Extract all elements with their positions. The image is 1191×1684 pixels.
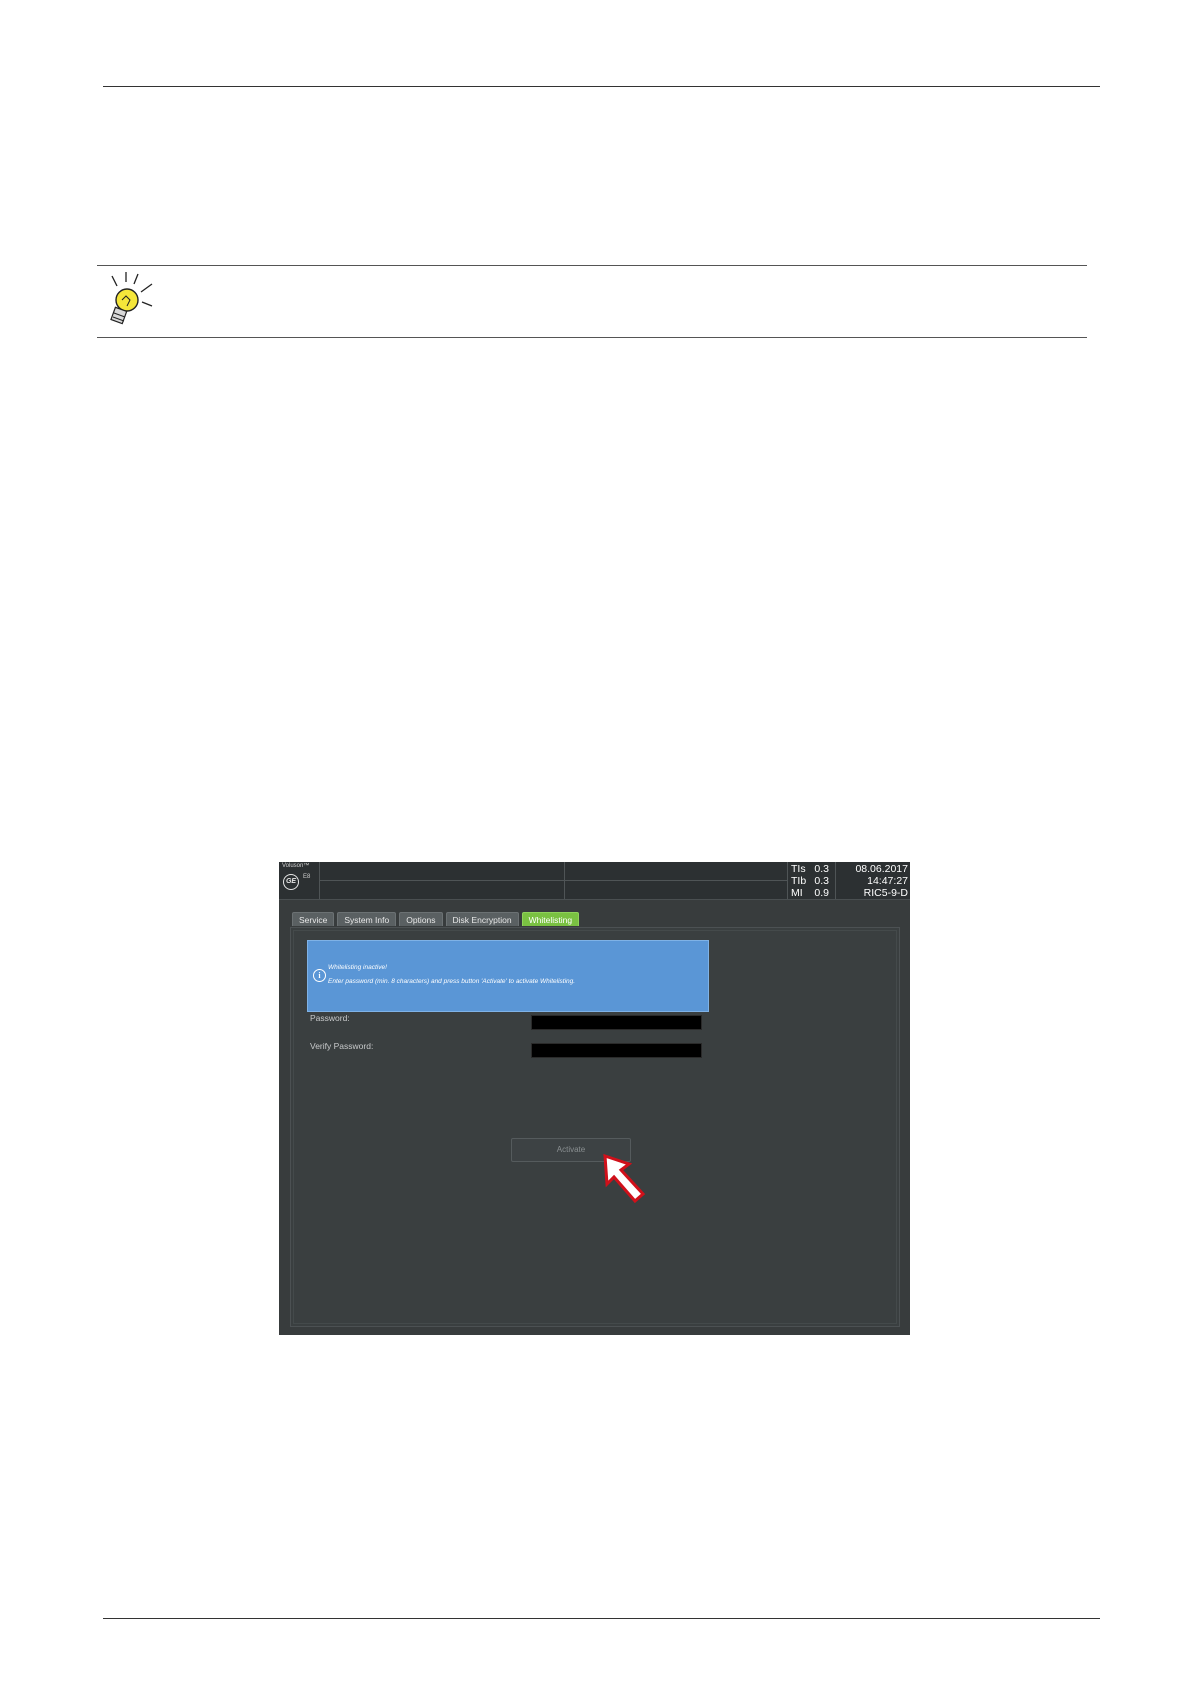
info-icon: i	[313, 969, 326, 982]
tab-disk-encryption[interactable]: Disk Encryption	[445, 912, 519, 926]
model-label: E8	[303, 874, 311, 880]
ge-logo: GE	[283, 874, 299, 890]
verify-password-field[interactable]	[531, 1043, 702, 1058]
tab-bar: Service System Info Options Disk Encrypt…	[292, 912, 580, 926]
index-row-tib: TIb 0.3	[791, 875, 829, 887]
tip-top-rule	[97, 265, 1087, 266]
topbar-divider	[787, 862, 788, 899]
tab-service[interactable]: Service	[292, 912, 335, 926]
system-top-bar: Voluson™ GE E8 TIs 0.3 TIb 0.3 MI 0.9 08.06…	[279, 862, 910, 900]
tip-bottom-rule	[97, 337, 1087, 338]
index-row-tis: TIs 0.3	[791, 863, 829, 875]
whitelisting-screenshot: Voluson™ GE E8 TIs 0.3 TIb 0.3 MI 0.9 08.06…	[279, 862, 910, 1335]
tip-lightbulb-icon	[110, 272, 153, 325]
date-readout: 08.06.2017	[855, 863, 908, 875]
tab-whitelisting[interactable]: Whitelisting	[521, 912, 580, 926]
info-text: Enter password (min. 8 characters) and p…	[328, 978, 576, 985]
verify-password-label: Verify Password:	[310, 1041, 374, 1051]
pointer-arrow-icon	[603, 1153, 646, 1204]
page-header-rule	[103, 86, 1100, 87]
password-label: Password:	[310, 1013, 350, 1023]
time-readout: 14:47:27	[867, 875, 908, 887]
info-title: Whitelisting inactive!	[328, 964, 387, 971]
tab-options[interactable]: Options	[399, 912, 443, 926]
probe-readout: RIC5-9-D	[863, 887, 908, 899]
topbar-divider	[835, 862, 836, 899]
brand-label: Voluson™	[282, 863, 310, 869]
page-footer-rule	[103, 1618, 1100, 1619]
index-row-mi: MI 0.9	[791, 887, 829, 899]
password-field[interactable]	[531, 1015, 702, 1030]
tab-system-info[interactable]: System Info	[337, 912, 397, 926]
info-message-box: i Whitelisting inactive! Enter password …	[307, 940, 709, 1012]
topbar-line	[319, 880, 787, 881]
